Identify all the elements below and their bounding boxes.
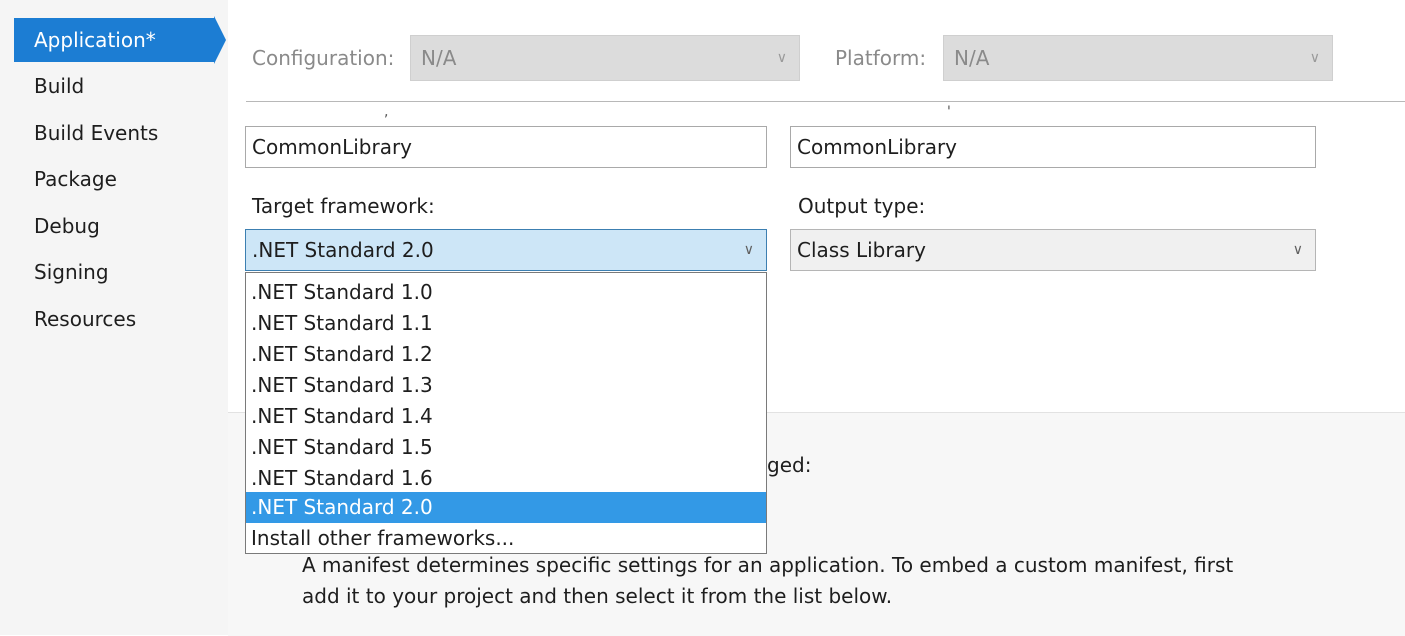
sidebar-item-package[interactable]: Package	[14, 157, 214, 201]
target-framework-value: .NET Standard 2.0	[252, 238, 434, 262]
active-tab-arrow	[214, 16, 226, 64]
dropdown-option-netstandard-2-0[interactable]: .NET Standard 2.0	[246, 492, 766, 523]
divider	[246, 101, 1405, 102]
chevron-down-icon[interactable]: ∨	[1293, 230, 1303, 270]
configuration-value: N/A	[421, 46, 457, 70]
configuration-select[interactable]: N/A ∨	[410, 35, 800, 81]
sidebar-item-build-events[interactable]: Build Events	[14, 111, 214, 155]
sidebar-item-label: Package	[34, 167, 117, 191]
sidebar-item-resources[interactable]: Resources	[14, 297, 214, 341]
cut-off-label-fragment: '	[947, 104, 951, 120]
sidebar-item-application[interactable]: Application*	[14, 18, 214, 62]
dropdown-option-netstandard-1-2[interactable]: .NET Standard 1.2	[246, 339, 766, 370]
chevron-down-icon: ∨	[1309, 50, 1320, 66]
target-framework-combobox[interactable]: .NET Standard 2.0 ∨	[245, 229, 767, 271]
output-type-value: Class Library	[797, 238, 926, 262]
sidebar-item-label: Build Events	[34, 121, 159, 145]
assembly-name-input[interactable]: CommonLibrary	[245, 126, 767, 168]
cut-off-label-fragment: ,	[384, 104, 389, 120]
platform-value: N/A	[954, 46, 990, 70]
assembly-name-value: CommonLibrary	[252, 135, 413, 159]
platform-label: Platform:	[835, 46, 927, 70]
sidebar-item-build[interactable]: Build	[14, 64, 214, 108]
chevron-down-icon[interactable]: ∨	[744, 230, 754, 270]
manifest-description-line2: add it to your project and then select i…	[302, 584, 893, 608]
dropdown-option-netstandard-1-6[interactable]: .NET Standard 1.6	[246, 463, 766, 494]
dropdown-option-netstandard-1-4[interactable]: .NET Standard 1.4	[246, 401, 766, 432]
chevron-down-icon: ∨	[776, 50, 787, 66]
dropdown-option-netstandard-1-3[interactable]: .NET Standard 1.3	[246, 370, 766, 401]
default-namespace-value: CommonLibrary	[797, 135, 958, 159]
dropdown-option-netstandard-1-5[interactable]: .NET Standard 1.5	[246, 432, 766, 463]
sidebar: Application* Build Build Events Package …	[0, 0, 228, 635]
platform-select[interactable]: N/A ∨	[943, 35, 1333, 81]
configuration-label: Configuration:	[252, 46, 395, 70]
sidebar-item-label: Resources	[34, 307, 137, 331]
sidebar-item-label: Application*	[34, 28, 156, 52]
sidebar-item-debug[interactable]: Debug	[14, 204, 214, 248]
manifest-label-fragment: ged:	[767, 453, 812, 477]
target-framework-dropdown-list: .NET Standard 1.0 .NET Standard 1.1 .NET…	[245, 272, 767, 554]
output-type-combobox[interactable]: Class Library ∨	[790, 229, 1316, 271]
dropdown-option-install-other-frameworks[interactable]: Install other frameworks...	[246, 523, 766, 554]
dropdown-option-netstandard-1-0[interactable]: .NET Standard 1.0	[246, 277, 766, 308]
dropdown-option-netstandard-1-1[interactable]: .NET Standard 1.1	[246, 308, 766, 339]
default-namespace-input[interactable]: CommonLibrary	[790, 126, 1316, 168]
sidebar-item-label: Debug	[34, 214, 100, 238]
output-type-label: Output type:	[798, 194, 926, 218]
sidebar-item-signing[interactable]: Signing	[14, 250, 214, 294]
target-framework-label: Target framework:	[252, 194, 435, 218]
sidebar-item-label: Build	[34, 74, 85, 98]
sidebar-item-label: Signing	[34, 260, 109, 284]
manifest-description-line1: A manifest determines specific settings …	[302, 553, 1234, 577]
